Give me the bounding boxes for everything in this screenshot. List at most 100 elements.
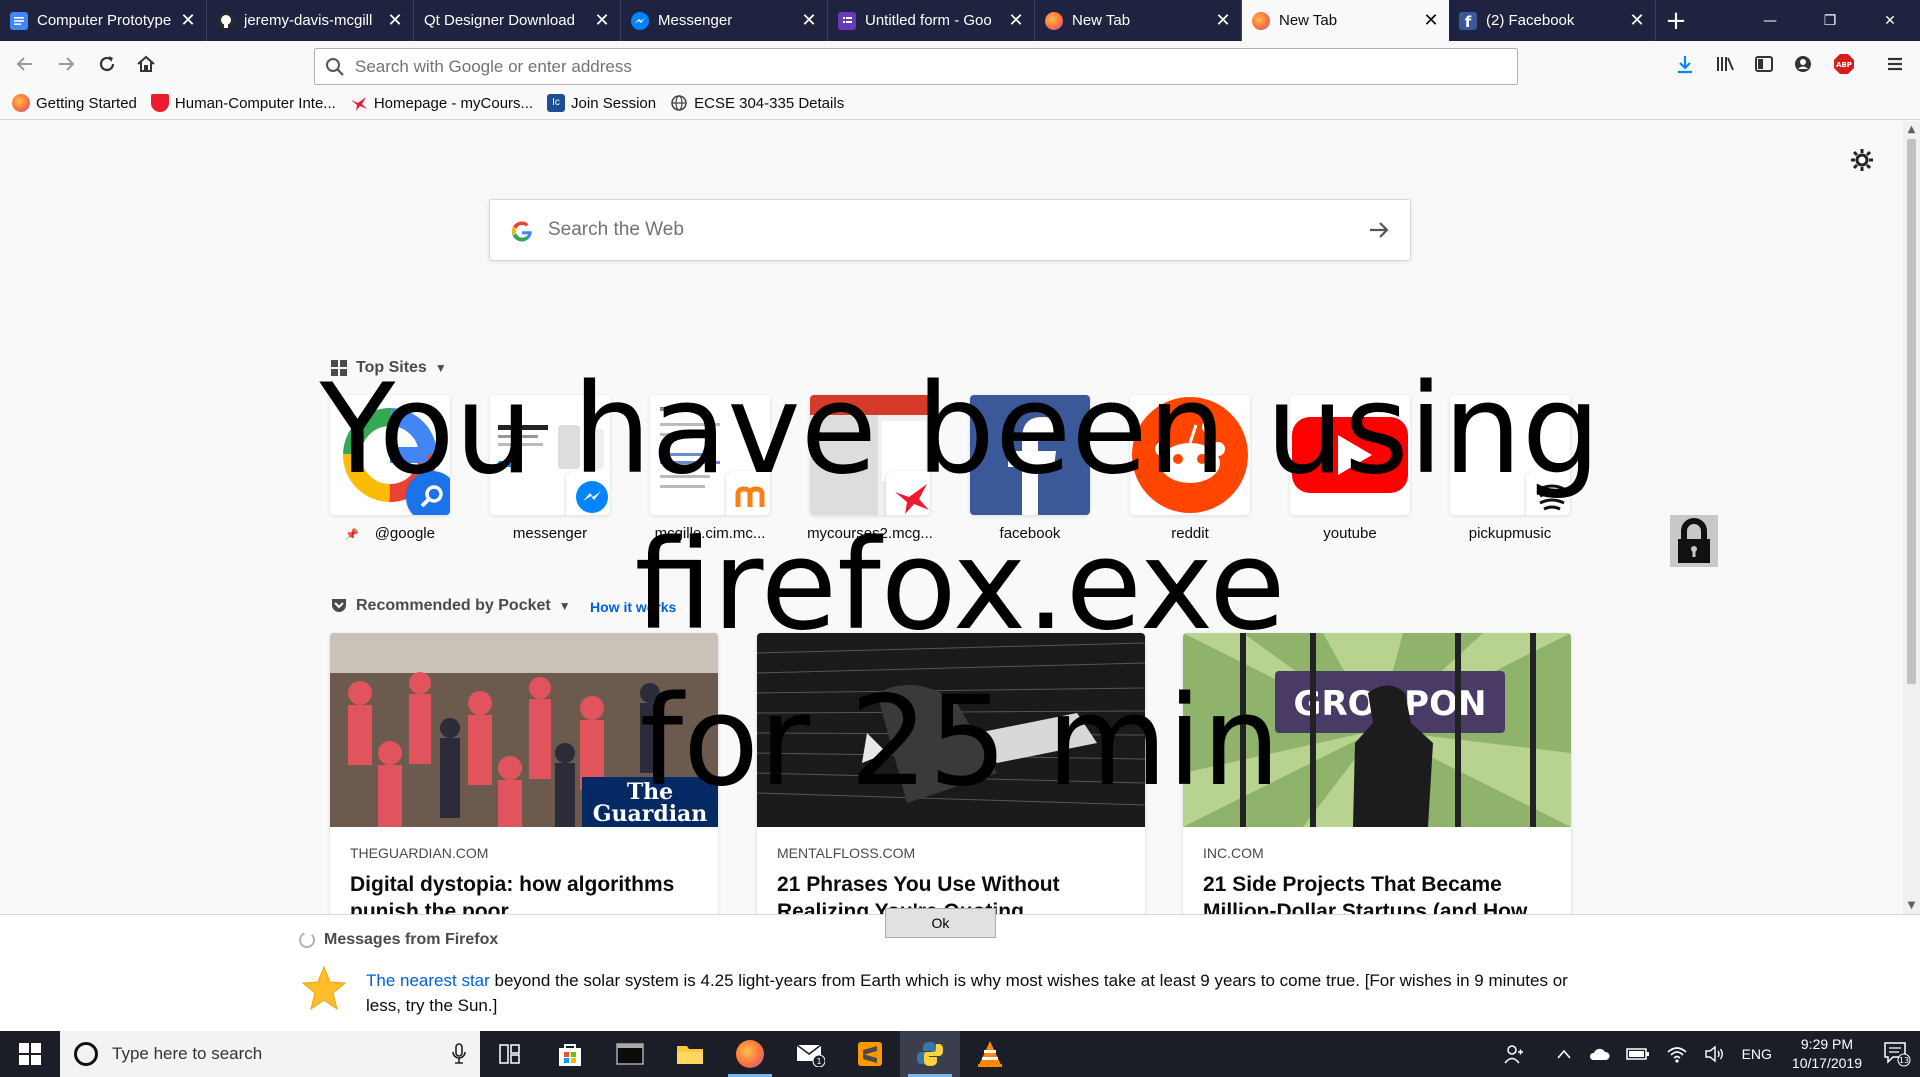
back-button[interactable]: [8, 47, 42, 81]
people-icon[interactable]: [1503, 1044, 1524, 1064]
account-icon: [1795, 56, 1811, 72]
wifi-icon[interactable]: [1666, 1045, 1688, 1063]
how-it-works-link[interactable]: How it works: [590, 599, 676, 615]
top-site-tile: [1130, 395, 1250, 515]
close-icon[interactable]: ✕: [1008, 10, 1024, 31]
action-center-button[interactable]: 13: [1874, 1031, 1920, 1077]
top-site-tile: [490, 395, 610, 515]
messages-heading: Messages from Firefox: [298, 931, 498, 949]
tab-messenger[interactable]: Messenger ✕: [621, 0, 828, 41]
close-icon[interactable]: ✕: [180, 10, 196, 31]
library-button[interactable]: [1708, 47, 1742, 81]
top-sites-header[interactable]: Top Sites ▼: [330, 359, 447, 377]
top-sites-grid-icon: [331, 360, 347, 376]
battery-icon[interactable]: [1625, 1047, 1650, 1061]
nearest-star-link[interactable]: The nearest star: [366, 971, 490, 990]
navigation-toolbar: Search with Google or enter address ABP: [0, 41, 1920, 87]
messenger-icon: [631, 11, 649, 30]
tab-new-tab-active[interactable]: New Tab ✕: [1242, 0, 1449, 41]
taskbar-firefox[interactable]: [720, 1031, 780, 1077]
downloads-button[interactable]: [1668, 47, 1702, 81]
ok-button[interactable]: Ok: [885, 908, 996, 938]
youtube-play-icon: [1292, 417, 1408, 493]
taskbar-search-box[interactable]: Type here to search: [60, 1031, 480, 1077]
bookmark-join-session[interactable]: Ic Join Session: [547, 94, 656, 112]
taskbar-file-explorer[interactable]: [660, 1031, 720, 1077]
input-language[interactable]: ENG: [1742, 1046, 1772, 1062]
forward-button[interactable]: [49, 47, 83, 81]
close-icon[interactable]: ✕: [1215, 10, 1231, 31]
taskbar-sublime-text[interactable]: [840, 1031, 900, 1077]
chevron-down-icon[interactable]: ▼: [559, 599, 571, 613]
close-window-icon[interactable]: ✕: [1860, 0, 1920, 41]
library-icon: [1717, 57, 1734, 71]
chevron-down-icon[interactable]: ▼: [435, 361, 447, 375]
close-icon[interactable]: ✕: [1423, 10, 1439, 31]
show-hidden-icons-chevron-icon[interactable]: [1556, 1048, 1572, 1060]
task-view-button[interactable]: [480, 1031, 540, 1077]
windows-start-button[interactable]: [0, 1031, 60, 1077]
top-site-mcgille-cim[interactable]: mcgille.cim.mc...: [650, 395, 770, 542]
sidebar-button[interactable]: [1747, 47, 1781, 81]
crowd-photo-image: The Guardian: [330, 633, 718, 827]
pocket-header[interactable]: Recommended by Pocket ▼: [330, 597, 571, 615]
tab-github[interactable]: jeremy-davis-mcgill ✕: [207, 0, 414, 41]
close-icon[interactable]: ✕: [387, 10, 403, 31]
clock[interactable]: 9:29 PM 10/17/2019: [1792, 1035, 1862, 1073]
reload-button[interactable]: [90, 47, 124, 81]
scrollbar-thumb[interactable]: [1907, 139, 1916, 684]
volume-speaker-icon[interactable]: [1704, 1045, 1726, 1063]
close-icon[interactable]: ✕: [594, 10, 610, 31]
bookmark-getting-started[interactable]: Getting Started: [12, 94, 137, 112]
onedrive-cloud-icon[interactable]: [1588, 1047, 1610, 1061]
top-site-youtube[interactable]: youtube: [1290, 395, 1410, 542]
page-scrollbar[interactable]: ▲ ▼: [1903, 121, 1920, 914]
close-icon[interactable]: ✕: [801, 10, 817, 31]
top-site-messenger[interactable]: messenger: [490, 395, 610, 542]
bookmark-hci[interactable]: Human-Computer Inte...: [150, 94, 336, 112]
top-site-tile: [330, 395, 450, 515]
bookmark-ecse[interactable]: ECSE 304-335 Details: [670, 94, 844, 112]
account-button[interactable]: [1786, 47, 1820, 81]
gear-icon[interactable]: [1849, 147, 1875, 173]
top-site-google[interactable]: 📌 @google: [330, 395, 450, 542]
mail-envelope-icon: 1: [796, 1044, 825, 1067]
pocket-card-mentalfloss[interactable]: MENTALFLOSS.COM 21 Phrases You Use Witho…: [757, 633, 1145, 914]
bookmark-mycourses[interactable]: Homepage - myCours...: [350, 94, 533, 112]
scroll-up-icon[interactable]: ▲: [1903, 121, 1920, 138]
restore-icon[interactable]: ❐: [1800, 0, 1860, 41]
top-site-facebook[interactable]: facebook: [970, 395, 1090, 542]
minimize-icon[interactable]: —: [1740, 0, 1800, 41]
sidebar-icon: [1755, 56, 1773, 72]
taskbar-mail[interactable]: 1: [780, 1031, 840, 1077]
bookmark-label: Join Session: [571, 94, 657, 112]
card-title: Digital dystopia: how algorithms punish …: [350, 873, 675, 914]
search-go-arrow-icon[interactable]: [1366, 217, 1392, 243]
top-site-mycourses[interactable]: mycourses2.mcg...: [807, 395, 933, 542]
pocket-card-inc[interactable]: GROUPON INC.COM 21 Side Projects That Be…: [1183, 633, 1571, 914]
messenger-icon: [566, 471, 610, 515]
tab-google-form[interactable]: Untitled form - Goo ✕: [828, 0, 1035, 41]
top-site-label: mycourses2.mcg...: [807, 525, 933, 542]
top-site-reddit[interactable]: reddit: [1130, 395, 1250, 542]
taskbar-command-prompt[interactable]: [600, 1031, 660, 1077]
new-tab-button[interactable]: +: [1656, 0, 1696, 41]
tab-qt-designer[interactable]: Qt Designer Download ✕: [414, 0, 621, 41]
adblock-plus-button[interactable]: ABP: [1827, 47, 1861, 81]
pocket-card-guardian[interactable]: The Guardian THEGUARDIAN.COM Digital dys…: [330, 633, 718, 914]
web-search-box[interactable]: Search the Web: [489, 199, 1411, 261]
home-button[interactable]: [129, 47, 163, 81]
tab-new-tab[interactable]: New Tab ✕: [1035, 0, 1242, 41]
tab-facebook[interactable]: f (2) Facebook ✕: [1449, 0, 1656, 41]
taskbar-vlc[interactable]: [960, 1031, 1020, 1077]
taskbar-store[interactable]: [540, 1031, 600, 1077]
tab-computer-prototype[interactable]: Computer Prototype ✕: [0, 0, 207, 41]
scroll-down-icon[interactable]: ▼: [1903, 897, 1920, 914]
lock-icon[interactable]: [1670, 515, 1718, 567]
microphone-icon[interactable]: [452, 1043, 466, 1065]
close-icon[interactable]: ✕: [1629, 10, 1645, 31]
address-bar[interactable]: Search with Google or enter address: [314, 48, 1518, 85]
menu-button[interactable]: [1878, 47, 1912, 81]
taskbar-python[interactable]: [900, 1031, 960, 1077]
top-site-pickupmusic[interactable]: pickupmusic: [1450, 395, 1570, 542]
